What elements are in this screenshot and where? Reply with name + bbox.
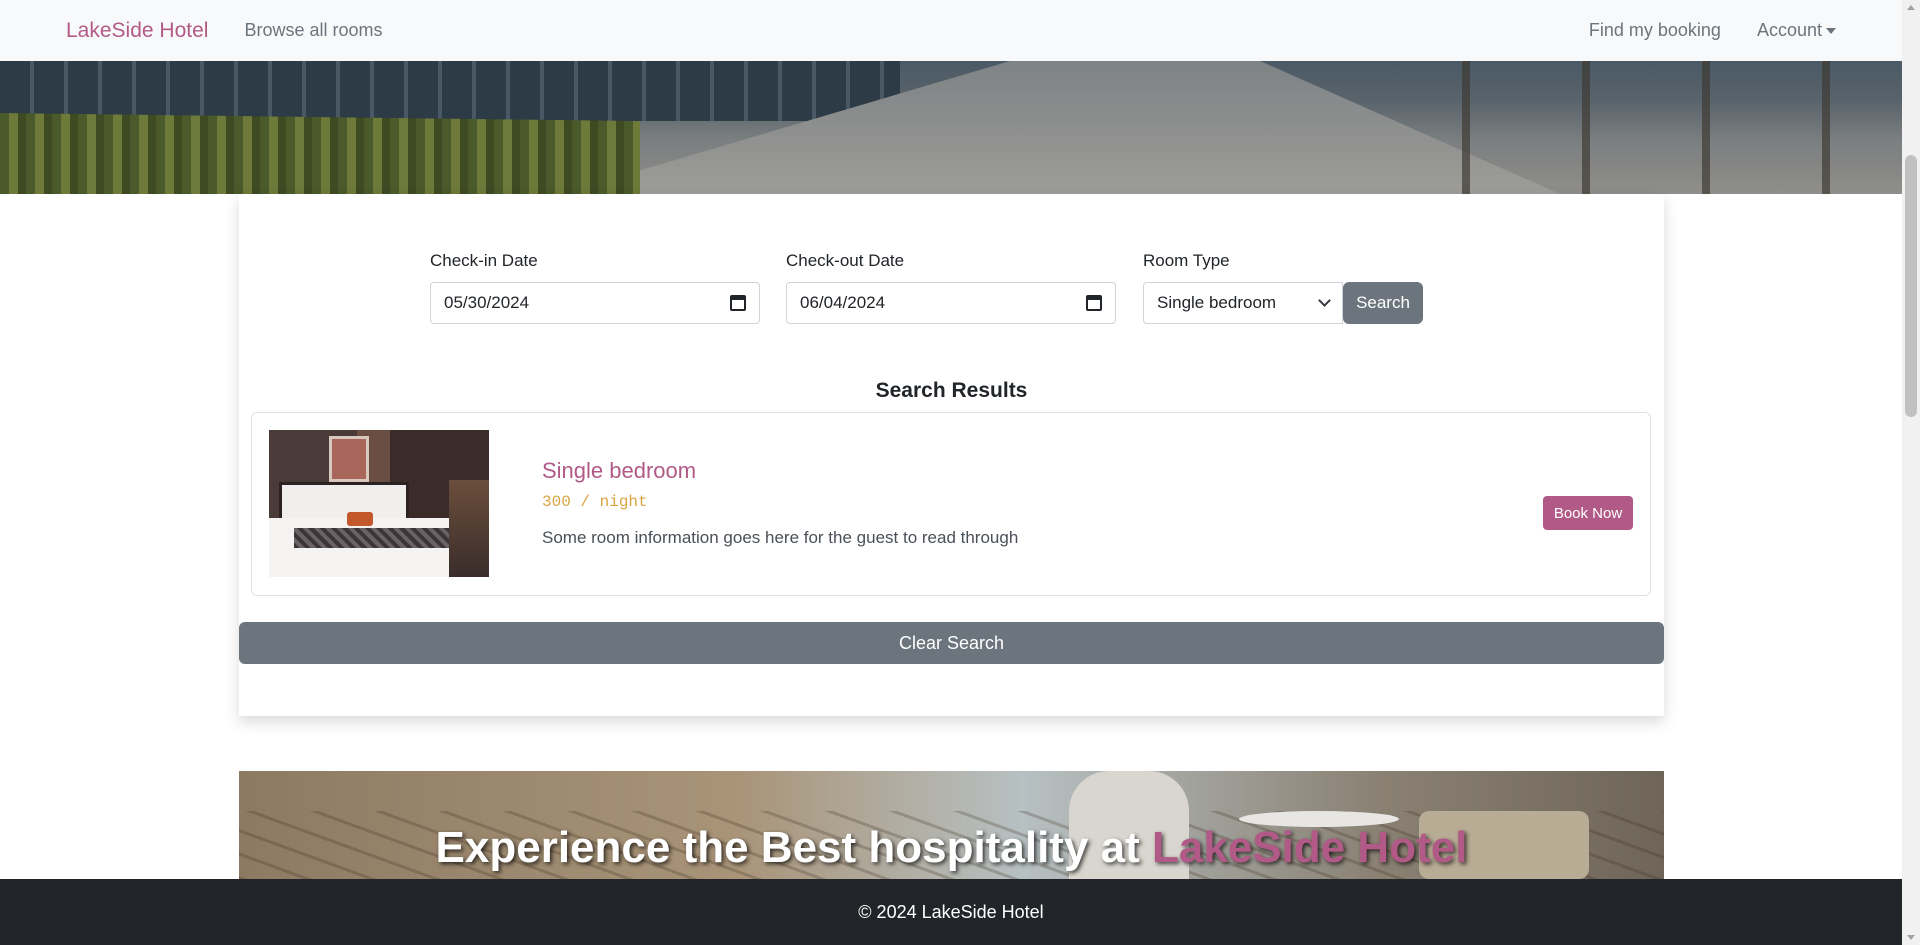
calendar-icon[interactable] [1086,295,1102,311]
hero-trees [1402,61,1902,194]
footer-copyright: © 2024 LakeSide Hotel [858,901,1044,922]
checkin-date-value: 05/30/2024 [444,293,530,312]
caret-down-icon [1826,28,1836,35]
footer: © 2024 LakeSide Hotel [0,879,1902,945]
banner-text-prefix: Experience the Best hospitality at [435,823,1152,872]
checkout-date-value: 06/04/2024 [800,293,886,312]
search-button[interactable]: Search [1343,282,1423,324]
search-results-title: Search Results [875,379,1028,402]
room-image [269,430,489,577]
scrollbar-thumb[interactable] [1905,155,1917,417]
account-dropdown[interactable]: Account [1757,20,1836,41]
checkin-date-input[interactable]: 05/30/2024 [430,282,760,324]
browse-rooms-link[interactable]: Browse all rooms [244,20,382,41]
scroll-down-icon[interactable] [1907,935,1915,940]
hero-hedge [0,113,640,194]
room-price: 300 / night [542,493,648,511]
clear-search-button[interactable]: Clear Search [239,622,1664,664]
vertical-scrollbar[interactable] [1902,0,1920,945]
lobby-banner: Experience the Best hospitality at LakeS… [239,771,1664,879]
brand-link[interactable]: LakeSide Hotel [66,19,208,43]
account-label: Account [1756,20,1822,40]
roomtype-select[interactable]: Single bedroom [1143,282,1343,324]
room-result-card: Single bedroom 300 / night Some room inf… [251,412,1651,596]
banner-text-highlight: LakeSide Hotel [1152,823,1468,872]
find-booking-link[interactable]: Find my booking [1589,20,1721,41]
roomtype-value: Single bedroom [1157,293,1277,312]
roomtype-label: Room Type [1143,251,1230,270]
navbar: LakeSide Hotel Browse all rooms Find my … [0,0,1902,61]
search-card: Check-in Date 05/30/2024 Check-out Date … [239,194,1664,716]
checkout-date-input[interactable]: 06/04/2024 [786,282,1116,324]
chevron-down-icon [1318,294,1331,307]
calendar-icon[interactable] [730,295,746,311]
room-name: Single bedroom [542,458,697,483]
scroll-up-icon[interactable] [1907,5,1915,10]
nav-right: Find my booking Account [1589,20,1836,41]
checkout-label: Check-out Date [786,251,905,270]
banner-heading: Experience the Best hospitality at LakeS… [239,823,1664,873]
room-description: Some room information goes here for the … [542,528,1019,547]
hero-banner-image [0,61,1902,194]
hero-building [0,61,900,121]
book-now-button[interactable]: Book Now [1543,496,1633,530]
checkin-label: Check-in Date [430,251,538,270]
